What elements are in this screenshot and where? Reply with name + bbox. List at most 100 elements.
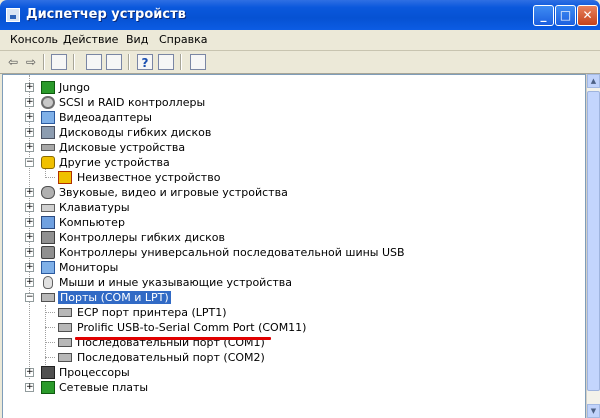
tree-item-label: Порты (COM и LPT) bbox=[58, 291, 171, 304]
tree-item-label: Дисководы гибких дисков bbox=[59, 126, 212, 139]
tree-item[interactable]: − Другие устройства bbox=[3, 155, 563, 170]
tree-item[interactable]: ECP порт принтера (LPT1) bbox=[3, 305, 563, 320]
tree-guide-line bbox=[45, 342, 55, 343]
tree-item-selected[interactable]: − Порты (COM и LPT) bbox=[3, 290, 563, 305]
device-manager-icon bbox=[6, 8, 20, 22]
expand-toggle[interactable]: + bbox=[25, 143, 34, 152]
expand-toggle[interactable]: + bbox=[25, 383, 34, 392]
tree-item[interactable]: + Контроллеры универсальной последовател… bbox=[3, 245, 563, 260]
tree-item[interactable]: + Jungo bbox=[3, 80, 563, 95]
expand-toggle[interactable]: + bbox=[25, 278, 34, 287]
properties-icon[interactable] bbox=[86, 54, 102, 70]
console-tree-icon[interactable] bbox=[51, 54, 67, 70]
tree-item[interactable]: + Процессоры bbox=[3, 365, 563, 380]
tree-guide-line bbox=[45, 177, 55, 178]
monitor-icon bbox=[41, 261, 55, 274]
keyboard-icon bbox=[41, 204, 55, 212]
processor-icon bbox=[41, 366, 55, 379]
port-icon bbox=[58, 353, 72, 362]
gear-icon bbox=[41, 96, 55, 109]
menu-bar: Консоль Действие Вид Справка bbox=[0, 30, 600, 51]
mouse-icon bbox=[43, 276, 53, 289]
tree-item-label: Сетевые платы bbox=[59, 381, 149, 394]
tree-item[interactable]: + Компьютер bbox=[3, 215, 563, 230]
port-icon bbox=[58, 308, 72, 317]
tree-item-label: Клавиатуры bbox=[59, 201, 130, 214]
menu-console[interactable]: Консоль bbox=[10, 33, 58, 46]
tree-item[interactable]: + Видеоадаптеры bbox=[3, 110, 563, 125]
show-hide-icon[interactable] bbox=[158, 54, 174, 70]
tree-item[interactable]: + Звуковые, видео и игровые устройства bbox=[3, 185, 563, 200]
tree-item-label: Процессоры bbox=[59, 366, 130, 379]
help-icon[interactable]: ? bbox=[137, 54, 153, 70]
expand-toggle[interactable]: − bbox=[25, 158, 34, 167]
expand-toggle[interactable]: + bbox=[25, 188, 34, 197]
tree-item-label: Видеоадаптеры bbox=[59, 111, 152, 124]
tree-guide-line bbox=[45, 357, 55, 358]
tree-item[interactable]: + Контроллеры гибких дисков bbox=[3, 230, 563, 245]
tree-item[interactable]: Prolific USB-to-Serial Comm Port (COM11) bbox=[3, 320, 563, 335]
tree-item-label: Prolific USB-to-Serial Comm Port (COM11) bbox=[77, 321, 307, 334]
vertical-scrollbar[interactable]: ▲ ▼ bbox=[586, 74, 600, 418]
expand-toggle[interactable]: + bbox=[25, 263, 34, 272]
expand-toggle[interactable]: + bbox=[25, 113, 34, 122]
floppy-drive-icon bbox=[41, 126, 55, 139]
tree-item[interactable]: + Дисковые устройства bbox=[3, 140, 563, 155]
usb-icon bbox=[41, 246, 55, 259]
green-card-icon bbox=[41, 81, 55, 94]
tree-guide-line bbox=[45, 312, 55, 313]
tree-guide-line bbox=[45, 327, 55, 328]
scroll-up-button[interactable]: ▲ bbox=[587, 74, 600, 88]
tree-item-label: Неизвестное устройство bbox=[77, 171, 221, 184]
close-button[interactable]: ✕ bbox=[577, 5, 598, 26]
device-tree[interactable]: + Jungo + SCSI и RAID контроллеры + Виде… bbox=[2, 74, 586, 418]
scroll-down-button[interactable]: ▼ bbox=[587, 404, 600, 418]
tree-item-label: Мыши и иные указывающие устройства bbox=[59, 276, 293, 289]
port-icon bbox=[58, 338, 72, 347]
scan-hardware-icon[interactable] bbox=[190, 54, 206, 70]
scroll-thumb[interactable] bbox=[587, 91, 600, 391]
speaker-icon bbox=[41, 186, 55, 199]
disk-drive-icon bbox=[41, 144, 55, 151]
minimize-button[interactable]: _ bbox=[533, 5, 554, 26]
tree-item[interactable]: + Клавиатуры bbox=[3, 200, 563, 215]
menu-view[interactable]: Вид bbox=[126, 33, 148, 46]
toolbar-separator bbox=[73, 54, 75, 70]
tree-item-label: Последовательный порт (COM2) bbox=[77, 351, 265, 364]
expand-toggle[interactable]: + bbox=[25, 98, 34, 107]
expand-toggle[interactable]: + bbox=[25, 203, 34, 212]
forward-icon[interactable]: ⇨ bbox=[23, 54, 39, 70]
toolbar-separator bbox=[180, 54, 182, 70]
title-bar[interactable]: Диспетчер устройств _ □ ✕ bbox=[0, 0, 600, 30]
tree-item[interactable]: + Мыши и иные указывающие устройства bbox=[3, 275, 563, 290]
port-icon bbox=[58, 323, 72, 332]
expand-toggle[interactable]: + bbox=[25, 83, 34, 92]
back-icon[interactable]: ⇦ bbox=[5, 54, 21, 70]
expand-toggle[interactable]: + bbox=[25, 233, 34, 242]
tree-item[interactable]: + Сетевые платы bbox=[3, 380, 563, 395]
expand-toggle[interactable]: + bbox=[25, 218, 34, 227]
menu-action[interactable]: Действие bbox=[63, 33, 118, 46]
expand-toggle[interactable]: + bbox=[25, 128, 34, 137]
window-title: Диспетчер устройств bbox=[26, 7, 186, 22]
tree-item-label: ECP порт принтера (LPT1) bbox=[77, 306, 227, 319]
tree-item[interactable]: + Мониторы bbox=[3, 260, 563, 275]
expand-toggle[interactable]: + bbox=[25, 368, 34, 377]
question-device-icon bbox=[41, 156, 55, 169]
tree-item-label: Звуковые, видео и игровые устройства bbox=[59, 186, 288, 199]
tree-item[interactable]: + SCSI и RAID контроллеры bbox=[3, 95, 563, 110]
tree-item-label: Контроллеры гибких дисков bbox=[59, 231, 226, 244]
toolbar: ⇦ ⇨ ? bbox=[0, 51, 600, 74]
collapse-toggle[interactable]: − bbox=[25, 293, 34, 302]
tree-item[interactable]: + Дисководы гибких дисков bbox=[3, 125, 563, 140]
network-card-icon bbox=[41, 381, 55, 394]
tree-item-label: SCSI и RAID контроллеры bbox=[59, 96, 206, 109]
expand-toggle[interactable]: + bbox=[25, 248, 34, 257]
menu-help[interactable]: Справка bbox=[159, 33, 207, 46]
toolbar-separator bbox=[43, 54, 45, 70]
print-icon[interactable] bbox=[106, 54, 122, 70]
tree-item[interactable]: Неизвестное устройство bbox=[3, 170, 563, 185]
tree-item[interactable]: Последовательный порт (COM2) bbox=[3, 350, 563, 365]
port-icon bbox=[41, 293, 55, 302]
maximize-button[interactable]: □ bbox=[555, 5, 576, 26]
